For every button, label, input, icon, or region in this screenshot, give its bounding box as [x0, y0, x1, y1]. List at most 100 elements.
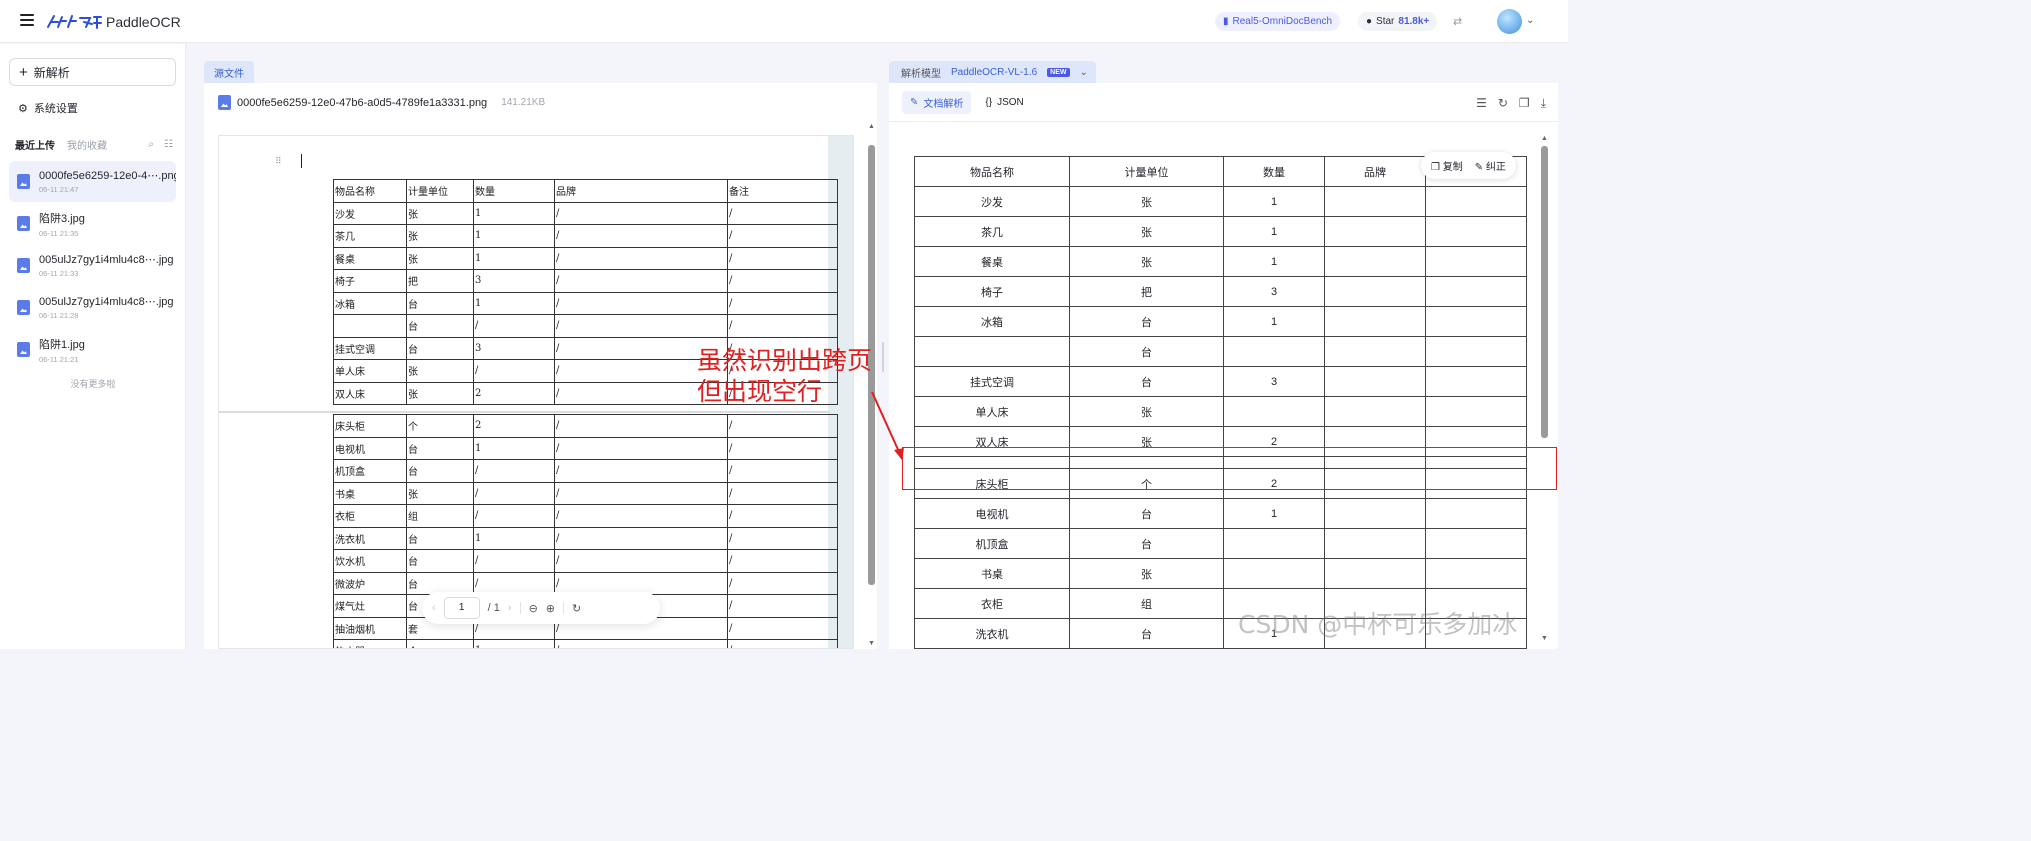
- table-cell: [1425, 186, 1527, 217]
- result-scrollbar[interactable]: [1541, 146, 1548, 438]
- annotation-highlight-box: [902, 447, 1557, 490]
- model-name: PaddleOCR-VL-1.6: [951, 66, 1038, 78]
- copy-window-icon[interactable]: ❐: [1519, 96, 1530, 111]
- table-cell: [1425, 366, 1527, 397]
- table-cell: 备注: [727, 179, 838, 203]
- correct-button[interactable]: ✎ 纠正: [1475, 158, 1506, 173]
- file-item[interactable]: 0000fe5e6259-12e0-4⋯.png 06-11 21:47: [9, 161, 176, 202]
- logo[interactable]: PaddleOCR: [46, 11, 181, 33]
- table-cell: /: [727, 224, 838, 248]
- filter-settings-icon[interactable]: ☰: [1476, 96, 1487, 111]
- translate-icon[interactable]: ⇄: [1453, 15, 1467, 29]
- page-input[interactable]: 1: [443, 597, 480, 619]
- table-cell: /: [554, 269, 728, 293]
- table-row: 物品名称 计量单位 数量 品牌 备注: [333, 179, 838, 203]
- rotate-icon[interactable]: ↻: [572, 602, 581, 615]
- table-cell: 单人床: [914, 396, 1070, 427]
- result-card: ✎ 文档解析 {} JSON ☰ ↻ ❐ ⤓ 物品名称 计量单位 数量 品牌 沙发张 1 茶…: [889, 83, 1558, 649]
- file-time: 06-11 21:33: [39, 269, 79, 278]
- table-row: 台: [914, 336, 1527, 367]
- gear-icon: ⚙: [18, 102, 28, 115]
- table-cell: 1: [473, 639, 555, 648]
- table-cell: 计量单位: [1069, 156, 1224, 187]
- table-cell: [1425, 216, 1527, 247]
- copy-label: 复制: [1442, 162, 1463, 173]
- file-item[interactable]: 005ulJz7gy1i4mlu4c8⋯.jpg 06-11 21:33: [9, 245, 176, 286]
- tab-favorites[interactable]: 我的收藏: [67, 137, 107, 152]
- top-bar: PaddleOCR ▮ Real5-OmniDocBench ● Star 81…: [0, 0, 1568, 43]
- scroll-down-icon[interactable]: ▼: [1541, 635, 1548, 642]
- panel-resize-handle[interactable]: [882, 342, 884, 372]
- table-cell: /: [473, 459, 555, 483]
- next-page-icon[interactable]: ›: [508, 602, 512, 614]
- table-cell: 台: [406, 291, 474, 315]
- table-cell: [1324, 558, 1426, 589]
- table-cell: 台: [406, 314, 474, 338]
- table-cell: 1: [473, 526, 555, 550]
- table-cell: 台: [406, 526, 474, 550]
- table-cell: 机顶盒: [914, 528, 1070, 559]
- table-row: 饮水机台 / / /: [333, 549, 838, 573]
- scroll-up-icon[interactable]: ▲: [868, 123, 875, 130]
- file-name: 005ulJz7gy1i4mlu4c8⋯.jpg: [39, 296, 174, 308]
- tab-json[interactable]: {} JSON: [977, 91, 1031, 114]
- table-cell: /: [554, 414, 728, 438]
- table-cell: 台: [406, 336, 474, 360]
- table-cell: 个: [406, 639, 474, 648]
- plus-icon: +: [19, 63, 28, 81]
- table-cell: 书桌: [333, 481, 407, 505]
- table-cell: /: [727, 314, 838, 338]
- zoom-in-icon[interactable]: ⊕: [546, 602, 555, 615]
- file-item[interactable]: 陷阱3.jpg 06-11 21:35: [9, 203, 176, 244]
- chevron-down-icon[interactable]: ⌄: [1526, 15, 1534, 26]
- table-row: 电视机台 1: [914, 498, 1527, 529]
- bar-chart-icon: ▮: [1223, 16, 1229, 27]
- new-parse-button[interactable]: + 新解析: [9, 58, 176, 86]
- table-cell: 沙发: [333, 201, 407, 225]
- avatar[interactable]: [1497, 9, 1522, 34]
- table-cell: 挂式空调: [333, 336, 407, 360]
- bench-label: Real5-OmniDocBench: [1232, 16, 1333, 27]
- scroll-down-icon[interactable]: ▼: [868, 640, 875, 647]
- table-cell: 冰箱: [914, 306, 1070, 337]
- image-file-icon: [17, 216, 30, 231]
- table-cell: /: [554, 481, 728, 505]
- batch-edit-icon[interactable]: ☷: [164, 139, 173, 150]
- table-cell: /: [554, 314, 728, 338]
- file-item[interactable]: 005ulJz7gy1i4mlu4c8⋯.jpg 06-11 21:28: [9, 287, 176, 328]
- table-cell: [1324, 186, 1426, 217]
- zoom-out-icon[interactable]: ⊖: [529, 602, 538, 615]
- table-cell: [1425, 306, 1527, 337]
- table-cell: 把: [406, 269, 474, 293]
- table-cell: [1425, 528, 1527, 559]
- search-icon[interactable]: ⌕: [148, 139, 154, 150]
- table-cell: /: [554, 201, 728, 225]
- refresh-icon[interactable]: ↻: [1498, 96, 1508, 111]
- settings-item[interactable]: ⚙ 系统设置: [18, 100, 78, 116]
- tab-source-file[interactable]: 源文件: [204, 61, 254, 83]
- tab-recent[interactable]: 最近上传: [15, 137, 55, 152]
- table-cell: /: [554, 549, 728, 573]
- scroll-up-icon[interactable]: ▲: [1541, 135, 1548, 142]
- drag-handle-icon[interactable]: ⠿: [275, 156, 282, 167]
- tab-doc-parse[interactable]: ✎ 文档解析: [902, 91, 972, 114]
- table-cell: 椅子: [914, 276, 1070, 307]
- table-cell: [1223, 528, 1325, 559]
- table-cell: /: [554, 436, 728, 460]
- file-name: 0000fe5e6259-12e0-4⋯.png: [39, 170, 176, 182]
- table-cell: 计量单位: [406, 179, 474, 203]
- copy-button[interactable]: ❐ 复制: [1431, 158, 1463, 173]
- table-cell: 茶几: [914, 216, 1070, 247]
- table-cell: /: [727, 291, 838, 315]
- file-item[interactable]: 陷阱1.jpg 06-11 21:21: [9, 329, 176, 370]
- table-cell: [1223, 396, 1325, 427]
- menu-icon[interactable]: [20, 14, 34, 28]
- model-selector[interactable]: 解析模型 PaddleOCR-VL-1.6 NEW ⌄: [889, 61, 1096, 83]
- github-star-link[interactable]: ● Star 81.8k+: [1358, 12, 1438, 31]
- table-cell: [1425, 396, 1527, 427]
- table-cell: 台: [1069, 366, 1224, 397]
- prev-page-icon[interactable]: ‹: [432, 602, 436, 614]
- paddle-logo-icon: [47, 15, 102, 29]
- bench-link[interactable]: ▮ Real5-OmniDocBench: [1215, 12, 1341, 31]
- download-icon[interactable]: ⤓: [1541, 96, 1546, 111]
